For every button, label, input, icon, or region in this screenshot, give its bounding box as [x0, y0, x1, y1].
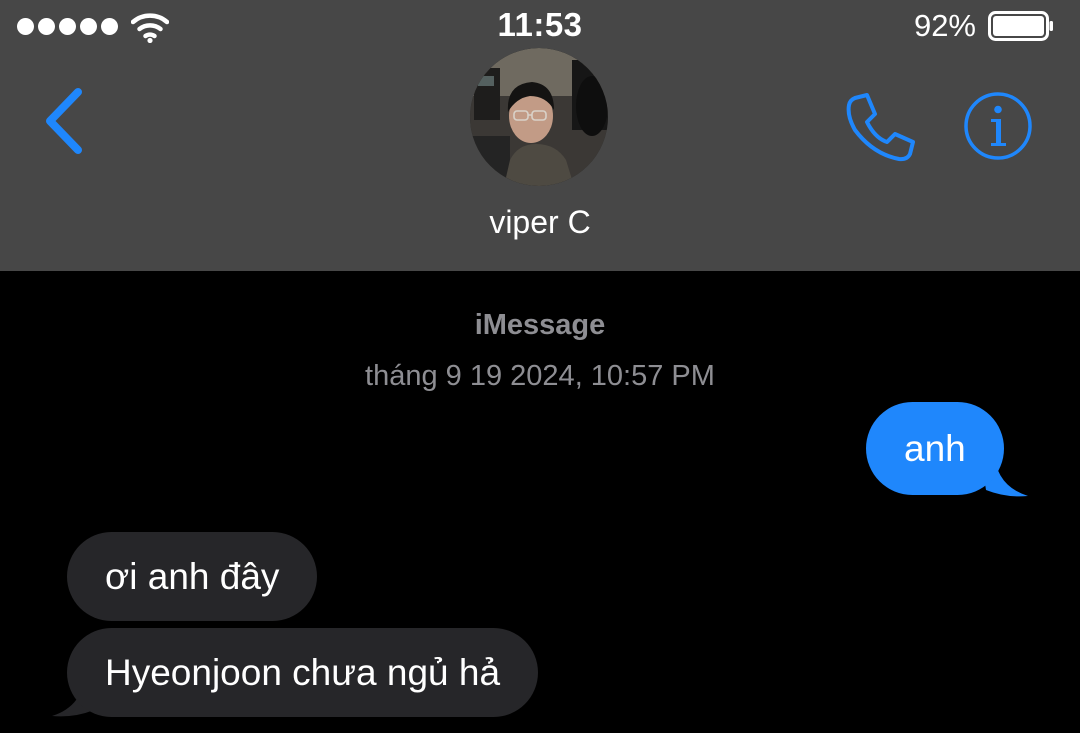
message-text: ơi anh đây [105, 556, 280, 597]
contact-avatar[interactable] [470, 48, 608, 186]
info-icon[interactable] [963, 91, 1033, 161]
battery-icon [988, 11, 1053, 41]
message-timestamp: tháng 9 19 2024, 10:57 PM [365, 360, 715, 392]
contact-name[interactable]: viper C [0, 204, 1080, 241]
back-button[interactable] [40, 86, 90, 156]
message-text: Hyeonjoon chưa ngủ hả [105, 652, 501, 693]
message-bubble-incoming[interactable]: Hyeonjoon chưa ngủ hả [67, 628, 539, 717]
conversation-header: 11:53 92% viper C [0, 0, 1080, 271]
status-bar: 11:53 92% [0, 0, 1080, 52]
phone-icon[interactable] [843, 90, 917, 164]
message-bubble-incoming[interactable]: ơi anh đây [67, 532, 318, 621]
message-text: anh [904, 428, 966, 469]
service-label: iMessage [474, 309, 606, 341]
message-bubble-outgoing[interactable]: anh [866, 402, 1004, 495]
battery-percentage: 92% [913, 8, 976, 43]
